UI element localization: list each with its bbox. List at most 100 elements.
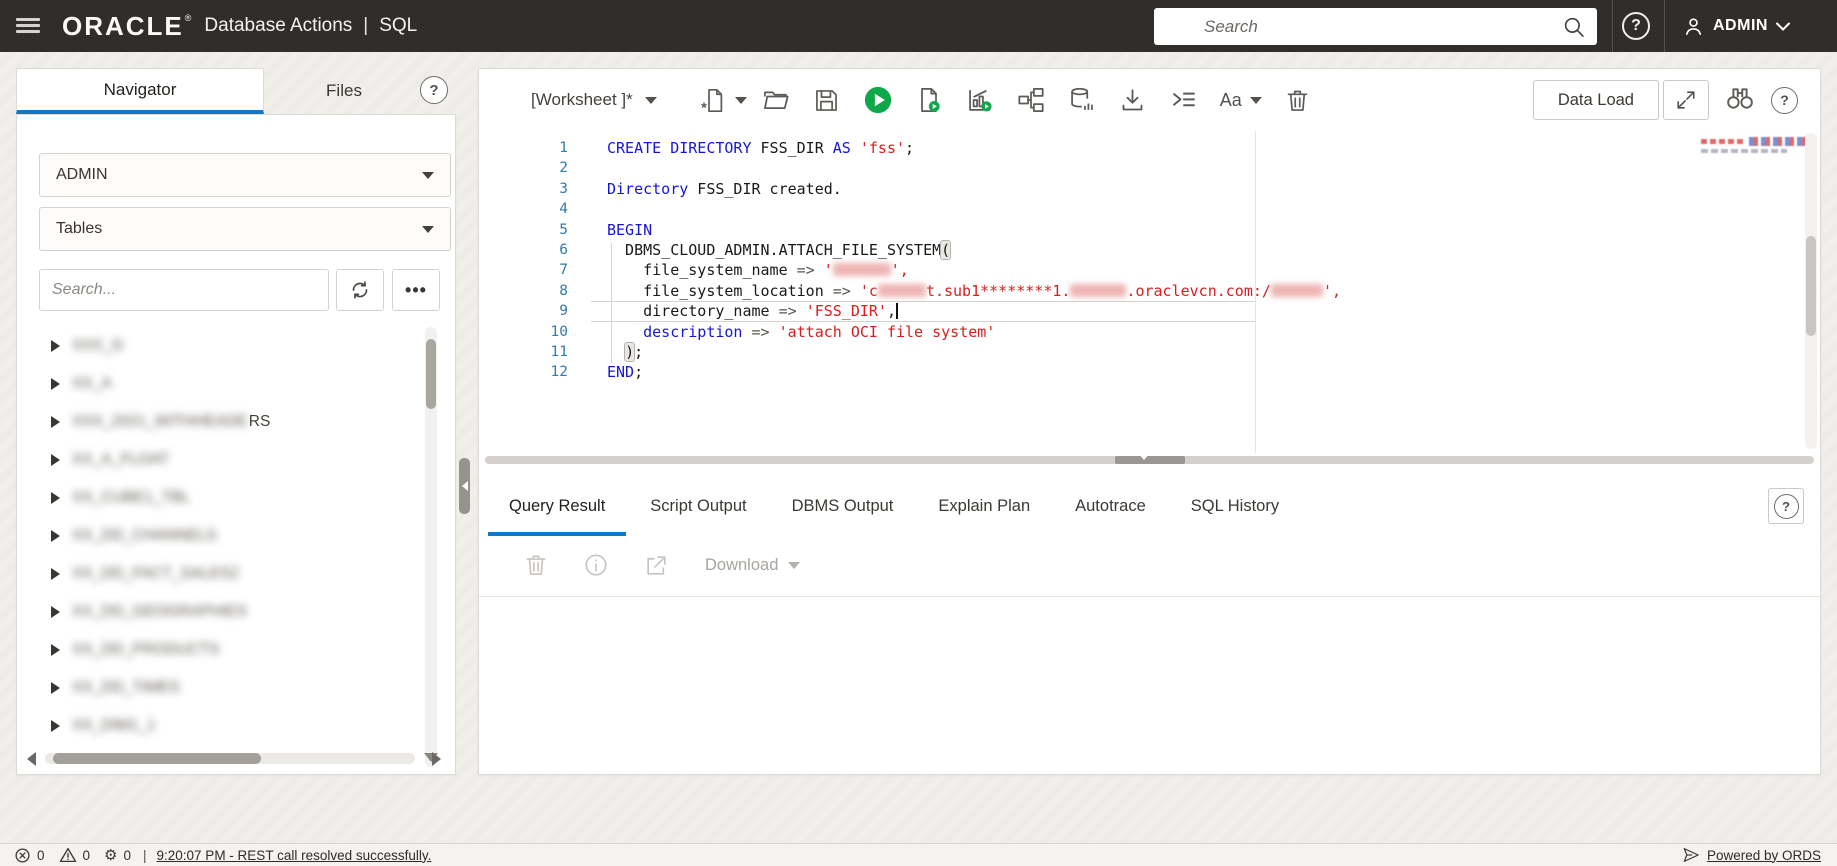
navigator-help-button[interactable]: ? [420, 76, 448, 104]
expand-icon[interactable] [51, 644, 60, 656]
results-help-button[interactable]: ? [1768, 488, 1804, 524]
scroll-left-arrow[interactable] [27, 752, 36, 766]
expand-icon[interactable] [51, 530, 60, 542]
new-worksheet-dropdown[interactable] [734, 96, 747, 104]
process-count-group[interactable]: ⚙ 0 [104, 848, 131, 863]
worksheet-selector[interactable]: [Worksheet ]* [531, 90, 657, 110]
object-type-select[interactable]: Tables [39, 207, 451, 251]
tab-autotrace[interactable]: Autotrace [1054, 497, 1167, 536]
schema-select-value: ADMIN [56, 166, 108, 183]
autotrace-button[interactable] [1016, 85, 1046, 115]
maximize-button[interactable] [1663, 80, 1709, 120]
warning-icon [59, 847, 76, 863]
editor-results-splitter[interactable] [479, 453, 1820, 467]
expand-icon[interactable] [51, 340, 60, 352]
hamburger-menu-icon[interactable] [16, 15, 40, 37]
tree-item[interactable]: XXX_2021_WITHHEADE RS [17, 403, 417, 441]
trash-icon [1287, 90, 1308, 111]
format-button[interactable] [1169, 85, 1199, 115]
search-icon[interactable] [1561, 14, 1587, 45]
sql-editor[interactable]: 1 CREATE DIRECTORY FSS_DIR AS 'fss'; 2 3 Dir… [479, 131, 1820, 453]
expand-icon[interactable] [51, 378, 60, 390]
tree-item-label: XX_DD_TIMES [72, 679, 180, 696]
tree-item[interactable]: XX_DD_GEOGRAPHIES [17, 593, 417, 631]
expand-icon[interactable] [51, 568, 60, 580]
download-results-button[interactable]: Download [705, 556, 801, 575]
result-info-button[interactable] [581, 550, 611, 580]
splitter-handle[interactable] [1115, 454, 1185, 464]
panel-splitter-handle[interactable] [459, 458, 470, 514]
text-cursor [896, 303, 898, 320]
editor-vertical-scrollbar[interactable] [1805, 133, 1817, 449]
clear-results-button[interactable] [521, 550, 551, 580]
tree-item[interactable]: XX_DD_TIMES [17, 669, 417, 707]
scrollbar-thumb[interactable] [1806, 236, 1816, 336]
run-script-button[interactable] [914, 85, 944, 115]
tree-vertical-scrollbar[interactable] [425, 327, 437, 767]
global-search-input[interactable] [1154, 8, 1597, 45]
explain-plan-button[interactable] [965, 85, 995, 115]
new-worksheet-button[interactable]: * [699, 85, 729, 115]
line-number: 9 [559, 303, 568, 320]
user-menu[interactable]: ADMIN [1682, 0, 1790, 52]
powered-by-group[interactable]: Powered by ORDS [1682, 846, 1821, 864]
expand-icon[interactable] [51, 454, 60, 466]
serveroutput-button[interactable] [1067, 85, 1097, 115]
tab-query-result[interactable]: Query Result [488, 497, 627, 536]
error-count-group[interactable]: 0 [14, 847, 45, 864]
code-line: 7 file_system_name => ' ', [479, 260, 1820, 280]
tab-navigator[interactable]: Navigator [16, 68, 264, 114]
expand-icon[interactable] [51, 492, 60, 504]
tree-item[interactable]: XX_A [17, 365, 417, 403]
clear-worksheet-button[interactable] [1283, 85, 1313, 115]
tree-item[interactable]: XX_CUBE1_TBL [17, 479, 417, 517]
open-result-new-tab-button[interactable] [641, 550, 671, 580]
expand-icon[interactable] [51, 416, 60, 428]
code-line: 12 END; [479, 362, 1820, 382]
help-button[interactable]: ? [1622, 12, 1650, 40]
tab-files[interactable]: Files [264, 68, 424, 114]
tree-item[interactable]: XX_DD_PRODUCTS [17, 631, 417, 669]
expand-icon[interactable] [51, 682, 60, 694]
warning-count-group[interactable]: 0 [59, 846, 90, 864]
tree-item[interactable]: XX_A_FLOAT [17, 441, 417, 479]
tree-horizontal-scrollbar[interactable] [45, 753, 415, 764]
status-message-link[interactable]: 9:20:07 PM - REST call resolved successf… [157, 848, 432, 863]
find-button[interactable] [1725, 83, 1755, 118]
tab-sql-history[interactable]: SQL History [1170, 497, 1300, 536]
scrollbar-thumb[interactable] [53, 753, 261, 764]
tab-dbms-output[interactable]: DBMS Output [771, 497, 915, 536]
title-separator: | [363, 15, 369, 36]
powered-by-link[interactable]: Powered by ORDS [1707, 848, 1821, 863]
run-statement-button[interactable] [863, 85, 893, 115]
tree-item[interactable]: XX_DD_CHANNELS [17, 517, 417, 555]
tree-item-label: XX_DD_PRODUCTS [72, 641, 220, 658]
expand-icon[interactable] [51, 720, 60, 732]
scroll-right-arrow[interactable] [432, 752, 441, 766]
app-context: SQL [379, 15, 418, 36]
expand-icon[interactable] [51, 606, 60, 618]
refresh-button[interactable] [336, 269, 384, 311]
download-editor-button[interactable] [1118, 85, 1148, 115]
process-count: 0 [123, 847, 131, 863]
tab-script-output[interactable]: Script Output [629, 497, 767, 536]
object-search [39, 269, 329, 311]
global-search [1154, 8, 1597, 45]
tree-item[interactable]: XXX_G [17, 327, 417, 365]
tree-item[interactable]: XX_DIM1_1 [17, 707, 417, 745]
data-load-button[interactable]: Data Load [1532, 80, 1659, 120]
tree-item[interactable]: XX_DD_FACT_SALES2 [17, 555, 417, 593]
code-line: 11 ); [479, 342, 1820, 362]
schema-select[interactable]: ADMIN [39, 153, 451, 197]
tree-item-label: XX_A [72, 375, 112, 392]
scrollbar-thumb[interactable] [426, 339, 436, 409]
tab-explain-plan[interactable]: Explain Plan [917, 497, 1051, 536]
minimap[interactable] [1701, 137, 1813, 165]
font-size-button[interactable]: Aa [1220, 85, 1262, 115]
open-file-button[interactable] [761, 85, 791, 115]
autotrace-icon [1018, 88, 1044, 112]
worksheet-help-button[interactable]: ? [1771, 86, 1798, 114]
save-button[interactable] [812, 85, 842, 115]
object-search-input[interactable] [40, 270, 328, 310]
more-actions-button[interactable]: ••• [392, 269, 440, 311]
